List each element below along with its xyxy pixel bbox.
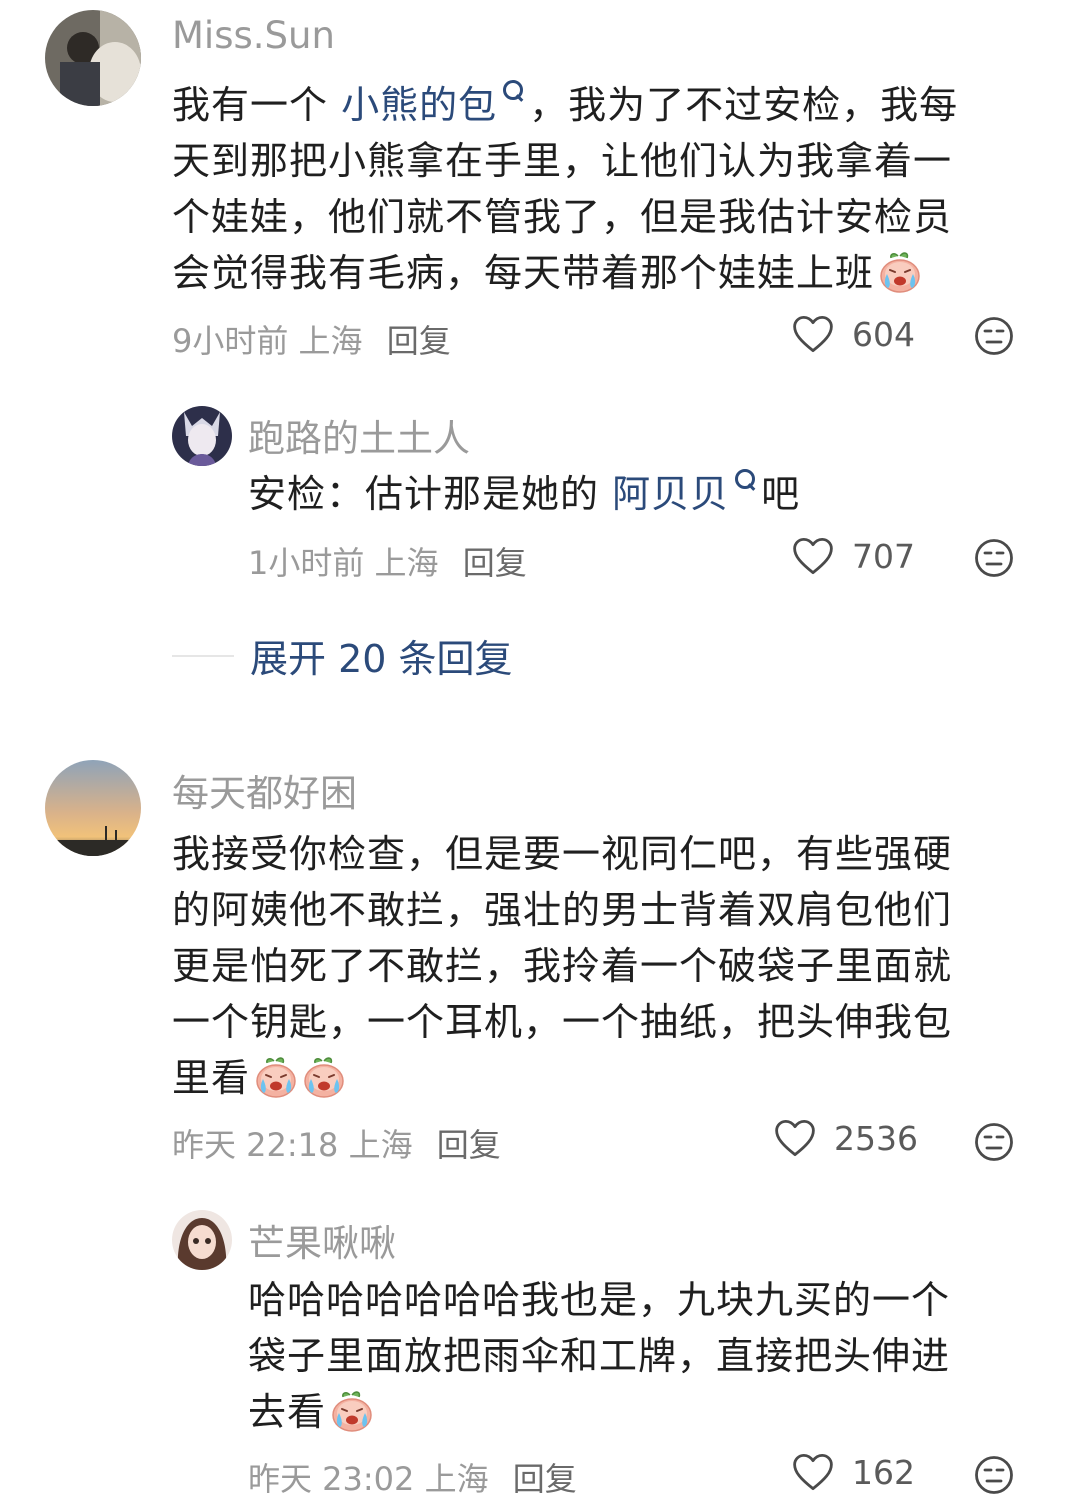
text-line: 我有一个 小熊的包 ，我为了不过安检，我每 [172,77,958,133]
text-line: 天到那把小熊拿在手里，让他们认为我拿着一 [172,139,953,183]
text-segment: 里看 [172,1056,251,1100]
meh-face-icon[interactable] [974,538,1014,578]
reply-avatar[interactable] [172,406,232,466]
timestamp: 昨天 23:02 [248,1460,415,1498]
text-line: 我接受你检查，但是要一视同仁吧，有些强硬 [172,832,953,876]
like-count: 707 [852,536,915,576]
search-link[interactable]: 小熊的包 [341,80,529,127]
location: 上海 [298,322,363,360]
heart-outline-icon [792,314,834,354]
reply-button[interactable]: 回复 [513,1460,577,1498]
reply-button[interactable]: 回复 [387,322,451,360]
text-segment: ，我为了不过安检，我每 [529,83,959,127]
like-button[interactable]: 2536 [774,1118,918,1158]
location: 上海 [424,1460,489,1498]
search-link-label: 阿贝贝 [612,472,730,516]
reply-username[interactable]: 芒果啾啾 [248,1213,396,1267]
heart-outline-icon [792,536,834,576]
crying-face-emoji [302,1055,346,1099]
text-line: 个娃娃，他们就不管我了，但是我估计安检员 [172,195,953,239]
reply-button[interactable]: 回复 [437,1126,501,1164]
text-line: 一个钥匙，一个耳机，一个抽纸，把头伸我包 [172,1000,953,1044]
comment-meta: 昨天 22:18 上海 回复 [172,1120,501,1166]
expand-replies-label: 展开 20 条回复 [250,637,513,681]
like-button[interactable]: 604 [792,314,915,354]
text-line: 里看 [172,1050,952,1106]
search-link-label: 小熊的包 [341,83,498,127]
text-segment: 吧 [761,472,801,516]
search-icon [503,80,524,100]
location: 上海 [374,544,439,582]
crying-face-emoji [330,1389,374,1433]
heart-outline-icon [774,1118,816,1158]
text-line: 会觉得我有毛病，每天带着那个娃娃上班 [172,245,958,301]
comment-meta: 9小时前 上海 回复 [172,316,451,362]
comment-text: 我接受你检查，但是要一视同仁吧，有些强硬 的阿姨他不敢拦，强壮的男士背着双肩包他… [172,826,952,1106]
like-count: 2536 [834,1118,918,1158]
meh-face-icon[interactable] [974,1455,1014,1495]
reply-text: 安检：估计那是她的 阿贝贝吧 [248,466,800,522]
like-count: 604 [852,314,915,354]
text-line: 哈哈哈哈哈哈哈我也是，九块九买的一个 [248,1278,951,1322]
divider [172,654,234,657]
reply-meta: 昨天 23:02 上海 回复 [248,1454,577,1500]
timestamp: 1小时前 [248,544,365,582]
reply-username[interactable]: 跑路的土土人 [248,408,470,462]
like-button[interactable]: 707 [792,536,915,576]
avatar[interactable] [45,760,141,856]
text-segment: 去看 [248,1390,327,1434]
text-line: 更是怕死了不敢拦，我拎着一个破袋子里面就 [172,944,953,988]
crying-face-emoji [254,1055,298,1099]
timestamp: 昨天 22:18 [172,1126,339,1164]
expand-replies-button[interactable]: 展开 20 条回复 [172,628,513,683]
username[interactable]: 每天都好困 [172,763,357,817]
text-segment: 会觉得我有毛病，每天带着那个娃娃上班 [172,251,875,295]
comment-text: 我有一个 小熊的包 ，我为了不过安检，我每 天到那把小熊拿在手里，让他们认为我拿着… [172,77,958,301]
like-count: 162 [852,1452,915,1492]
reply-avatar[interactable] [172,1210,232,1270]
search-icon [735,469,756,489]
avatar[interactable] [45,10,141,106]
location: 上海 [348,1126,413,1164]
username[interactable]: Miss.Sun [172,14,335,57]
heart-outline-icon [792,1452,834,1492]
like-button[interactable]: 162 [792,1452,915,1492]
search-link[interactable]: 阿贝贝 [612,469,761,516]
text-segment: 安检：估计那是她的 [248,472,613,516]
text-line: 去看 [248,1384,950,1440]
reply-text: 哈哈哈哈哈哈哈我也是，九块九买的一个 袋子里面放把雨伞和工牌，直接把头伸进 去看 [248,1272,950,1440]
meh-face-icon[interactable] [974,316,1014,356]
text-line: 袋子里面放把雨伞和工牌，直接把头伸进 [248,1334,951,1378]
text-line: 的阿姨他不敢拦，强壮的男士背着双肩包他们 [172,888,953,932]
reply-meta: 1小时前 上海 回复 [248,538,527,584]
meh-face-icon[interactable] [974,1122,1014,1162]
text-segment: 我有一个 [172,83,342,127]
timestamp: 9小时前 [172,322,289,360]
text-line: 安检：估计那是她的 阿贝贝吧 [248,466,800,522]
crying-face-emoji [878,250,922,294]
reply-button[interactable]: 回复 [463,544,527,582]
